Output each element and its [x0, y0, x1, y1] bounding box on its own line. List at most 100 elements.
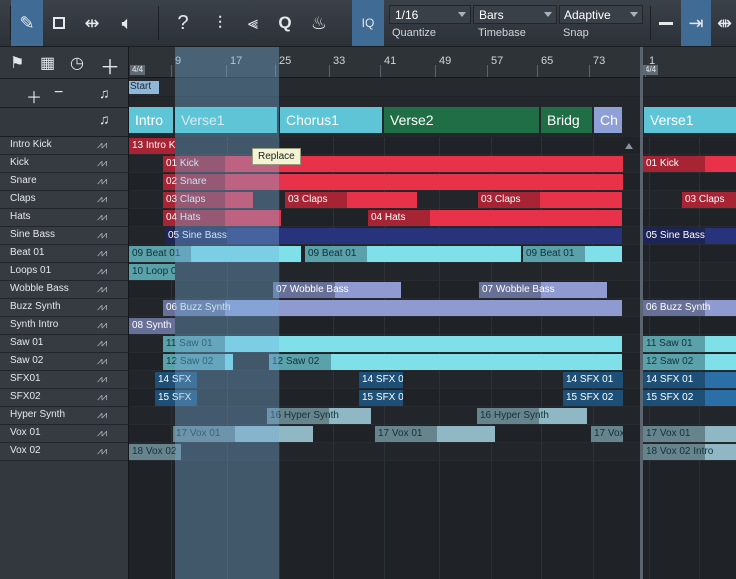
- add-track-icon[interactable]: ＋: [26, 84, 42, 108]
- clip-sfx01[interactable]: 14 SFX 01: [643, 372, 736, 388]
- track-row[interactable]: Claps ⩘⩘: [0, 191, 128, 209]
- help-button[interactable]: ?: [168, 0, 198, 46]
- clip-vox-01[interactable]: 17 Vox 01: [173, 426, 313, 442]
- clip-claps[interactable]: 03 Claps: [163, 192, 253, 208]
- track-row[interactable]: Intro Kick ⩘⩘: [0, 137, 128, 155]
- clip-saw-02[interactable]: 12 Saw 02: [643, 354, 736, 370]
- tempo-button[interactable]: ♨︎: [304, 0, 334, 46]
- clip-saw-01[interactable]: 11 Saw 01: [163, 336, 622, 352]
- snap-select[interactable]: Adaptive: [559, 5, 643, 24]
- clip-vox-02[interactable]: 18 Vox 02 Intro: [643, 444, 736, 460]
- loop-end-divider[interactable]: [640, 47, 643, 579]
- track-row[interactable]: Sine Bass ⩘⩘: [0, 227, 128, 245]
- start-marker[interactable]: Start: [129, 81, 159, 94]
- clip-sfx01[interactable]: 14 SFX 01: [563, 372, 623, 388]
- clip-sfx01[interactable]: 14 SFX 0: [359, 372, 403, 388]
- clip-claps[interactable]: 03 Claps: [285, 192, 417, 208]
- clip-sfx02[interactable]: 15 SFX 02: [563, 390, 623, 406]
- clip-hyper-synth[interactable]: 16 Hyper Synth: [477, 408, 587, 424]
- flag-icon[interactable]: ⚑: [10, 53, 24, 73]
- scroll-up-arrow[interactable]: [625, 143, 633, 149]
- timebase-select[interactable]: Bars: [473, 5, 557, 24]
- track-row[interactable]: SFX01 ⩘⩘: [0, 371, 128, 389]
- track-row[interactable]: Synth Intro ⩘⩘: [0, 317, 128, 335]
- track-lane[interactable]: [129, 407, 736, 425]
- clip-sfx02[interactable]: 15 SFX 02: [643, 390, 736, 406]
- quantize-select[interactable]: 1/16: [389, 5, 471, 24]
- snap-to-grid-button[interactable]: ⇥: [681, 0, 711, 46]
- clip-kick[interactable]: 01 Kick: [643, 156, 736, 172]
- clip-beat-01[interactable]: 09 Beat 01: [305, 246, 521, 262]
- clip-vox-01[interactable]: 17 Vox 01: [375, 426, 495, 442]
- track-row[interactable]: Saw 02 ⩘⩘: [0, 353, 128, 371]
- arranger-section[interactable]: Verse2: [384, 107, 539, 133]
- clip-snare[interactable]: 02 Snare: [163, 174, 623, 190]
- track-lane[interactable]: [129, 281, 736, 299]
- clip-sfx02[interactable]: 15 SFX: [155, 390, 197, 406]
- track-lane[interactable]: [129, 137, 736, 155]
- arrange-view[interactable]: 4/4 4/4 9 17 25 33 41 49 57 65 73 1 Start 13 Intr…: [129, 47, 736, 579]
- clip-kick[interactable]: 01 Kick: [163, 156, 623, 172]
- arranger-section[interactable]: Verse1: [644, 107, 736, 133]
- clip-wobble-bass[interactable]: 07 Wobble Bass: [273, 282, 401, 298]
- clip-sine-bass[interactable]: 05 Sine Bass: [643, 228, 736, 244]
- clip-sfx02[interactable]: 15 SFX 0: [359, 390, 403, 406]
- clip-intro-kick[interactable]: 13 Intro K: [129, 138, 175, 154]
- clip-vox-01[interactable]: 17 Vox 01: [643, 426, 736, 442]
- grid-icon[interactable]: ▦: [40, 53, 55, 73]
- mute-tool-button[interactable]: 🔈︎: [110, 0, 144, 46]
- track-row[interactable]: Loops 01 ⩘⩘: [0, 263, 128, 281]
- remove-track-icon[interactable]: −: [54, 84, 63, 102]
- iq-button[interactable]: IQ: [352, 0, 384, 46]
- clip-synth-intro[interactable]: 08 Synth: [129, 318, 175, 334]
- clip-hats[interactable]: 04 Hats: [368, 210, 622, 226]
- track-row[interactable]: Saw 01 ⩘⩘: [0, 335, 128, 353]
- track-row[interactable]: Hyper Synth ⩘⩘: [0, 407, 128, 425]
- clock-icon[interactable]: ◷: [70, 53, 84, 73]
- clip-wobble-bass[interactable]: 07 Wobble Bass: [479, 282, 607, 298]
- track-row[interactable]: Hats ⩘⩘: [0, 209, 128, 227]
- clip-vox-01[interactable]: 17 Vox: [591, 426, 623, 442]
- clip-loops-01[interactable]: 10 Loop 0: [129, 264, 175, 280]
- note-icon[interactable]: ♫: [99, 111, 110, 127]
- pencil-tool-button[interactable]: ✎: [11, 0, 43, 46]
- timeline-ruler[interactable]: 4/4 4/4 9 17 25 33 41 49 57 65 73 1: [129, 47, 736, 78]
- track-row[interactable]: Wobble Bass ⩘⩘: [0, 281, 128, 299]
- track-row[interactable]: Snare ⩘⩘: [0, 173, 128, 191]
- track-lane[interactable]: [129, 263, 736, 281]
- arranger-section[interactable]: Bridg: [541, 107, 592, 133]
- clip-claps[interactable]: 03 Claps: [478, 192, 622, 208]
- track-row[interactable]: Vox 01 ⩘⩘: [0, 425, 128, 443]
- clip-buzz-synth[interactable]: 06 Buzz Synth: [163, 300, 622, 316]
- track-row[interactable]: Beat 01 ⩘⩘: [0, 245, 128, 263]
- clip-saw-02[interactable]: 12 Saw 02: [163, 354, 233, 370]
- bend-marker-button[interactable]: ⫷: [238, 0, 268, 46]
- clip-sfx01[interactable]: 14 SFX: [155, 372, 197, 388]
- arranger-section[interactable]: Verse1: [175, 107, 277, 133]
- quantize-button[interactable]: Q: [272, 0, 298, 46]
- clip-beat-01[interactable]: 09 Beat 01: [523, 246, 622, 262]
- arranger-section[interactable]: Ch: [594, 107, 622, 133]
- arranger-section[interactable]: Chorus1: [280, 107, 382, 133]
- clip-sine-bass[interactable]: 05 Sine Bass: [165, 228, 622, 244]
- track-row[interactable]: Vox 02 ⩘⩘: [0, 443, 128, 461]
- clip-vox-02[interactable]: 18 Vox 02: [129, 444, 181, 460]
- track-lane[interactable]: [129, 317, 736, 335]
- arranger-section[interactable]: Intro: [129, 107, 173, 133]
- track-row[interactable]: Kick ⩘⩘: [0, 155, 128, 173]
- snap-off-button[interactable]: [655, 0, 677, 46]
- clip-hats[interactable]: 04 Hats: [163, 210, 281, 226]
- eraser-tool-button[interactable]: [44, 0, 74, 46]
- audiobend-button[interactable]: ⫶: [204, 0, 236, 46]
- snap-to-events-button[interactable]: ⇼: [713, 0, 736, 46]
- split-tool-button[interactable]: ⇹: [76, 0, 108, 46]
- add-icon[interactable]: ＋: [100, 51, 120, 80]
- clip-hyper-synth[interactable]: 16 Hyper Synth: [267, 408, 371, 424]
- clip-claps[interactable]: 03 Claps: [682, 192, 736, 208]
- clip-buzz-synth[interactable]: 06 Buzz Synth: [643, 300, 736, 316]
- track-row[interactable]: SFX02 ⩘⩘: [0, 389, 128, 407]
- clip-beat-01[interactable]: 09 Beat 01: [129, 246, 301, 262]
- clip-saw-02[interactable]: 12 Saw 02: [269, 354, 622, 370]
- track-row[interactable]: Buzz Synth ⩘⩘: [0, 299, 128, 317]
- marker-track[interactable]: Start: [129, 78, 736, 96]
